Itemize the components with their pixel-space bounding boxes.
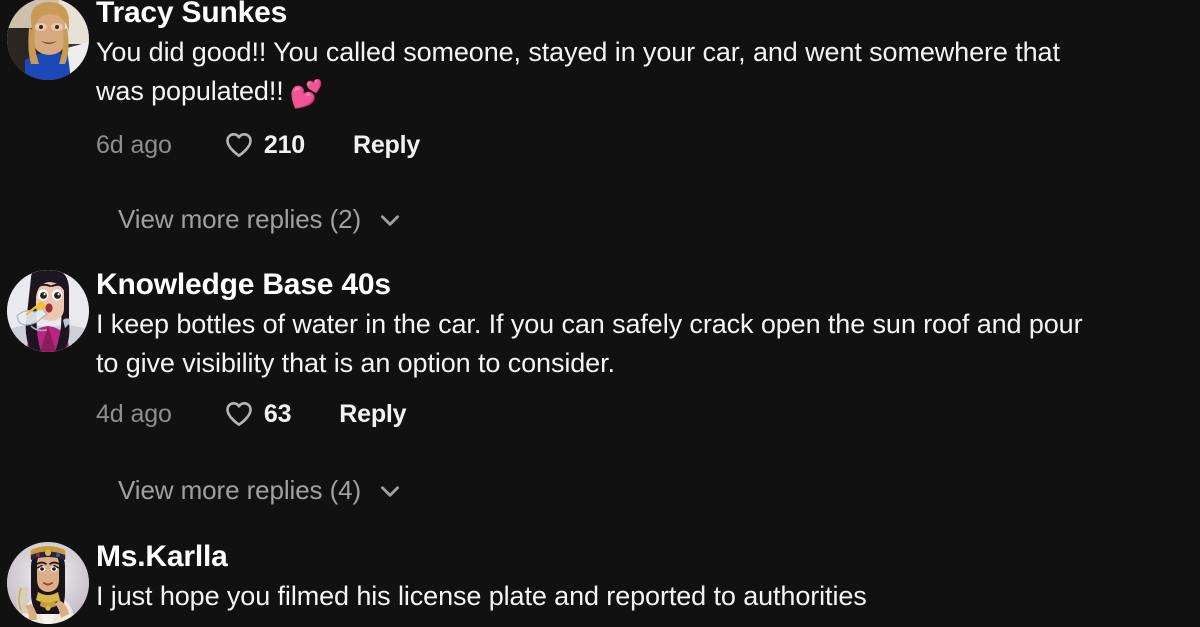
avatar-container: [0, 0, 96, 80]
comment-username[interactable]: Ms.Karlla: [96, 540, 1110, 575]
like-count: 63: [263, 399, 292, 428]
avatar-tracy-sunkes[interactable]: [7, 0, 89, 80]
comment-body: Tracy Sunkes You did good!! You called s…: [96, 0, 1200, 162]
chevron-down-icon[interactable]: [361, 478, 403, 504]
comment-body: Ms.Karlla I just hope you filmed his lic…: [96, 540, 1200, 616]
reply-button[interactable]: Reply: [339, 400, 406, 429]
like-button[interactable]: 210: [224, 130, 305, 160]
comment-text-content: I just hope you filmed his license plate…: [96, 580, 867, 611]
chevron-down-icon[interactable]: [361, 207, 403, 233]
avatar-ms-karlla[interactable]: [7, 542, 89, 624]
comment-username[interactable]: Knowledge Base 40s: [96, 268, 1110, 303]
comment-text: I keep bottles of water in the car. If y…: [96, 305, 1110, 383]
like-count: 210: [263, 130, 305, 159]
comment-body: Knowledge Base 40s I keep bottles of wat…: [96, 268, 1200, 431]
comment-item: Ms.Karlla I just hope you filmed his lic…: [0, 540, 1200, 624]
comment-username[interactable]: Tracy Sunkes: [96, 0, 1110, 31]
reply-button[interactable]: Reply: [353, 131, 420, 160]
comment-text: You did good!! You called someone, staye…: [96, 33, 1110, 114]
like-button[interactable]: 63: [224, 399, 292, 429]
view-more-replies-label: View more replies (2): [118, 204, 362, 234]
avatar-knowledge-base-40s[interactable]: [7, 270, 89, 352]
comment-item: Tracy Sunkes You did good!! You called s…: [0, 0, 1200, 162]
view-more-replies-label: View more replies (4): [118, 475, 362, 505]
view-more-replies-button[interactable]: View more replies (2): [118, 204, 403, 235]
comment-meta-row: 6d ago 210 Reply: [96, 128, 1110, 162]
comment-item: Knowledge Base 40s I keep bottles of wat…: [0, 268, 1200, 431]
view-more-replies-button[interactable]: View more replies (4): [118, 475, 403, 506]
avatar-container: [0, 540, 96, 624]
comment-timestamp: 6d ago: [96, 130, 172, 159]
comment-timestamp: 4d ago: [96, 399, 172, 428]
avatar-container: [0, 268, 96, 352]
comment-text-content: I keep bottles of water in the car. If y…: [96, 308, 1083, 378]
two-hearts-emoji: 💕: [289, 78, 324, 109]
comment-meta-row: 4d ago 63 Reply: [96, 397, 1110, 431]
heart-icon[interactable]: [224, 399, 254, 429]
comments-screen: Tracy Sunkes You did good!! You called s…: [0, 0, 1200, 627]
comment-text-content: You did good!! You called someone, staye…: [96, 36, 1060, 106]
heart-icon[interactable]: [224, 130, 254, 160]
comment-text: I just hope you filmed his license plate…: [96, 577, 1110, 616]
